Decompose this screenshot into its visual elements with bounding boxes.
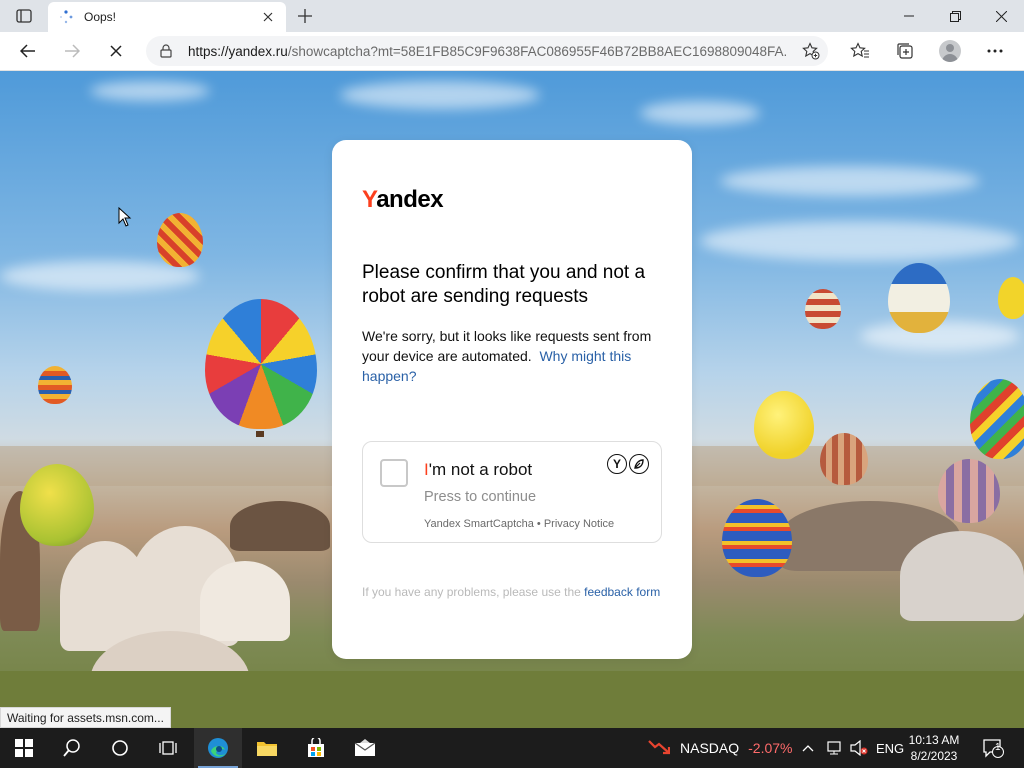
add-favorite-icon[interactable] xyxy=(802,42,820,60)
back-icon[interactable] xyxy=(13,38,43,64)
forward-icon[interactable] xyxy=(57,38,87,64)
edge-icon[interactable] xyxy=(194,728,242,768)
taskbar: NASDAQ -2.07% ENG 10:13 AM 8/2/2023 1 xyxy=(0,728,1024,768)
stock-name: NASDAQ xyxy=(680,740,740,756)
search-icon[interactable] xyxy=(48,728,96,768)
clock-time: 10:13 AM xyxy=(908,733,960,747)
press-to-continue-text: Press to continue xyxy=(424,489,537,505)
more-options-icon[interactable] xyxy=(981,38,1009,64)
store-icon[interactable] xyxy=(292,728,340,768)
lock-icon[interactable] xyxy=(158,43,174,59)
stock-chart-icon xyxy=(648,738,671,759)
loading-icon xyxy=(58,9,74,25)
system-clock[interactable]: 10:13 AM 8/2/2023 xyxy=(906,732,962,764)
file-explorer-icon[interactable] xyxy=(243,728,291,768)
mouse-cursor-icon xyxy=(118,206,132,232)
address-bar[interactable]: https://yandex.ru/showcaptcha?mt=58E1FB8… xyxy=(146,36,828,66)
not-robot-label[interactable]: I'm not a robot xyxy=(424,460,532,480)
network-icon[interactable] xyxy=(826,728,844,768)
yandex-y-icon: Y xyxy=(607,454,627,474)
privacy-notice-link[interactable]: Privacy Notice xyxy=(544,518,614,530)
tab-bar: Oops! xyxy=(0,0,1024,32)
close-tab-icon[interactable] xyxy=(260,9,276,25)
minimize-icon[interactable] xyxy=(886,0,932,32)
yandex-logo: Yandex xyxy=(362,186,444,213)
mail-icon[interactable] xyxy=(341,728,389,768)
browser-toolbar: https://yandex.ru/showcaptcha?mt=58E1FB8… xyxy=(0,32,1024,71)
captcha-card: Yandex Please confirm that you and not a… xyxy=(332,140,692,659)
smartcaptcha-leaf-icon xyxy=(629,454,649,474)
close-window-icon[interactable] xyxy=(978,0,1024,32)
new-tab-icon[interactable] xyxy=(294,6,316,26)
smartcaptcha-widget[interactable]: I'm not a robot Press to continue Y Yand… xyxy=(362,441,662,543)
stock-change: -2.07% xyxy=(748,740,793,756)
volume-muted-icon[interactable] xyxy=(850,728,868,768)
profile-avatar[interactable] xyxy=(936,38,964,64)
stop-loading-icon[interactable] xyxy=(101,38,131,64)
tab-actions-icon[interactable] xyxy=(12,6,36,26)
browser-tab[interactable]: Oops! xyxy=(48,2,286,32)
captcha-footer: Yandex SmartCaptcha • Privacy Notice xyxy=(424,518,614,530)
not-robot-checkbox[interactable] xyxy=(380,459,408,487)
url-text[interactable]: https://yandex.ru/showcaptcha?mt=58E1FB8… xyxy=(188,44,788,59)
windows-start-icon[interactable] xyxy=(0,728,48,768)
captcha-description: We're sorry, but it looks like requests … xyxy=(362,328,652,384)
notification-center-icon[interactable]: 1 xyxy=(982,728,1004,768)
cortana-icon[interactable] xyxy=(96,728,144,768)
separator-dot: • xyxy=(536,518,541,530)
status-bar: Waiting for assets.msn.com... xyxy=(0,707,171,728)
restore-icon[interactable] xyxy=(932,0,978,32)
captcha-heading: Please confirm that you and not a robot … xyxy=(362,262,646,307)
clock-date: 8/2/2023 xyxy=(910,749,958,763)
feedback-note: If you have any problems, please use the… xyxy=(362,585,661,599)
stock-widget[interactable]: NASDAQ -2.07% xyxy=(648,728,792,768)
feedback-form-link[interactable]: feedback form xyxy=(584,585,660,599)
smartcaptcha-link[interactable]: Yandex SmartCaptcha xyxy=(424,518,534,530)
language-indicator[interactable]: ENG xyxy=(876,728,904,768)
favorites-icon[interactable] xyxy=(846,38,874,64)
task-view-icon[interactable] xyxy=(144,728,192,768)
tab-title: Oops! xyxy=(84,10,117,24)
notification-count: 1 xyxy=(995,742,1001,753)
smartcaptcha-logo: Y xyxy=(607,454,649,474)
window-controls xyxy=(886,0,1024,32)
show-hidden-icons[interactable] xyxy=(802,728,814,768)
collections-icon[interactable] xyxy=(891,38,919,64)
